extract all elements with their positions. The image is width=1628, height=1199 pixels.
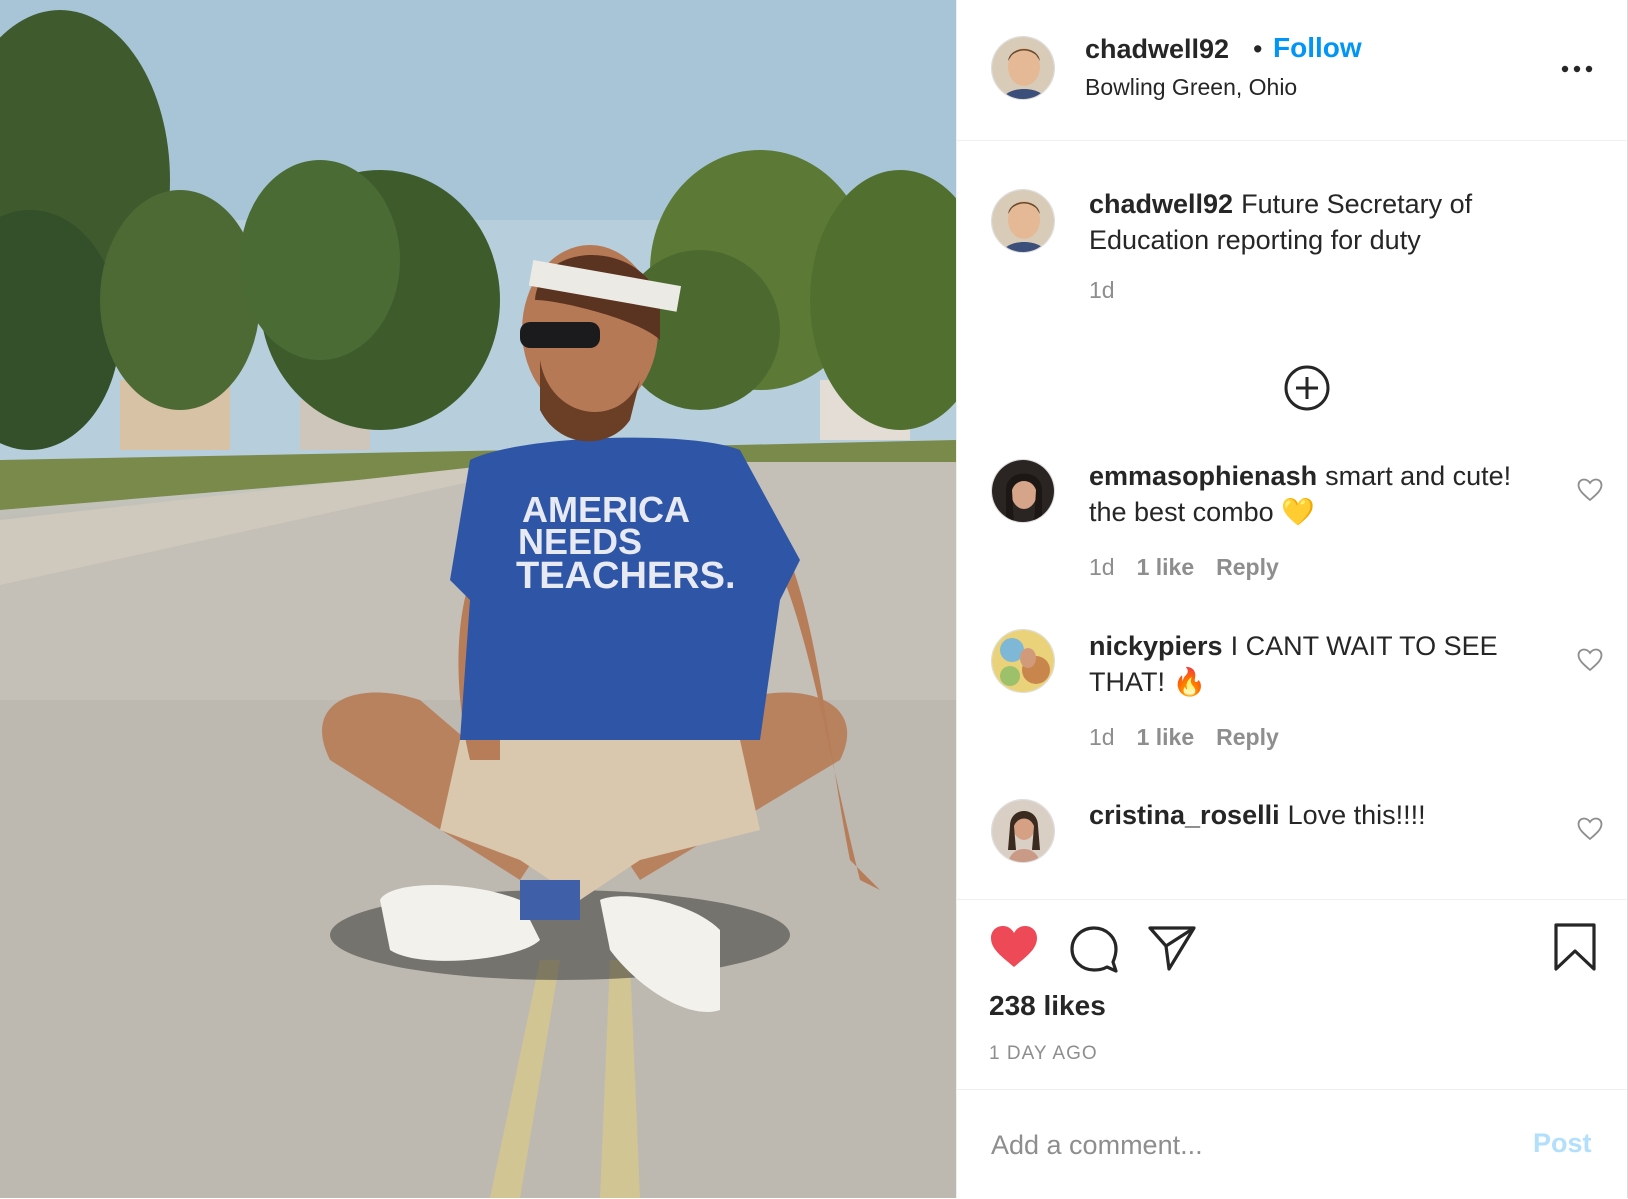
caption-avatar[interactable] — [991, 189, 1055, 253]
caption-avatar-image — [992, 190, 1054, 252]
more-options-icon — [1561, 65, 1593, 73]
comment-time[interactable]: 1d — [1089, 724, 1115, 750]
caption-time[interactable]: 1d — [1089, 277, 1115, 303]
post-header: chadwell92 • Follow Bowling Green, Ohio — [957, 0, 1627, 141]
reply-button[interactable]: Reply — [1216, 554, 1279, 580]
like-button[interactable] — [989, 924, 1039, 975]
heart-outline-icon — [1577, 817, 1603, 841]
comment: nickypiers I CANT WAIT TO SEE THAT! 🔥 — [1089, 628, 1549, 700]
heart-outline-icon — [1577, 478, 1603, 502]
share-button[interactable] — [1147, 924, 1197, 977]
comments-list[interactable]: chadwell92 Future Secretary of Education … — [957, 141, 1627, 898]
comment-likes[interactable]: 1 like — [1137, 724, 1195, 750]
instagram-post-view: AMERICA NEEDS TEACHERS. chadwell92 • Fol… — [0, 0, 1628, 1198]
plus-circle-icon — [1284, 365, 1330, 411]
reply-button[interactable]: Reply — [1216, 724, 1279, 750]
comment-avatar-image — [992, 460, 1054, 522]
comment-username[interactable]: nickypiers — [1089, 631, 1223, 661]
caption: chadwell92 Future Secretary of Education … — [1089, 186, 1549, 258]
caption-username[interactable]: chadwell92 — [1089, 189, 1233, 219]
comment-time[interactable]: 1d — [1089, 554, 1115, 580]
comment-text: Love this!!!! — [1287, 800, 1426, 830]
comment-avatar-nickypiers[interactable] — [991, 629, 1055, 693]
author-avatar[interactable] — [991, 36, 1055, 100]
like-comment-button[interactable] — [1577, 478, 1603, 502]
add-comment-bar: Post — [957, 1089, 1627, 1199]
comment-icon — [1070, 926, 1118, 973]
post-timestamp[interactable]: 1 DAY AGO — [989, 1043, 1098, 1065]
comment-avatar-cristina_roselli[interactable] — [991, 799, 1055, 863]
post-photo[interactable]: AMERICA NEEDS TEACHERS. — [0, 0, 956, 1198]
comment-username[interactable]: emmasophienash — [1089, 461, 1317, 491]
author-avatar-image — [992, 37, 1054, 99]
like-comment-button[interactable] — [1577, 648, 1603, 672]
load-more-comments-button[interactable] — [1283, 364, 1331, 412]
likes-count[interactable]: 238 likes — [989, 990, 1106, 1022]
heart-outline-icon — [1577, 648, 1603, 672]
heart-filled-icon — [991, 926, 1037, 967]
post-side-panel: chadwell92 • Follow Bowling Green, Ohio — [956, 0, 1628, 1198]
comment-likes[interactable]: 1 like — [1137, 554, 1195, 580]
add-comment-input[interactable] — [989, 1120, 1473, 1170]
author-username[interactable]: chadwell92 — [1085, 34, 1229, 65]
comment-meta: 1d 1 like Reply — [1089, 724, 1301, 751]
post-location[interactable]: Bowling Green, Ohio — [1085, 74, 1297, 101]
share-icon — [1148, 926, 1196, 971]
comment-avatar-image — [992, 630, 1054, 692]
post-actions: 238 likes 1 DAY AGO — [957, 899, 1627, 1090]
comment-avatar-emmasophienash[interactable] — [991, 459, 1055, 523]
caption-meta: 1d — [1089, 277, 1137, 304]
bookmark-icon — [1554, 923, 1596, 971]
header-separator: • — [1253, 34, 1263, 64]
like-comment-button[interactable] — [1577, 817, 1603, 841]
comment-avatar-image — [992, 800, 1054, 862]
comment-button[interactable] — [1069, 924, 1119, 979]
comment: cristina_roselli Love this!!!! — [1089, 797, 1549, 833]
follow-button[interactable]: Follow — [1273, 32, 1362, 64]
comment-meta: 1d 1 like Reply — [1089, 554, 1301, 581]
post-comment-button[interactable]: Post — [1533, 1128, 1592, 1159]
save-button[interactable] — [1553, 922, 1597, 977]
shirt-text-line-3: TEACHERS. — [516, 555, 736, 597]
more-options-button[interactable] — [1557, 54, 1597, 84]
comment-username[interactable]: cristina_roselli — [1089, 800, 1280, 830]
comment: emmasophienash smart and cute! the best c… — [1089, 458, 1549, 530]
post-photo-image: AMERICA NEEDS TEACHERS. — [0, 0, 956, 1198]
